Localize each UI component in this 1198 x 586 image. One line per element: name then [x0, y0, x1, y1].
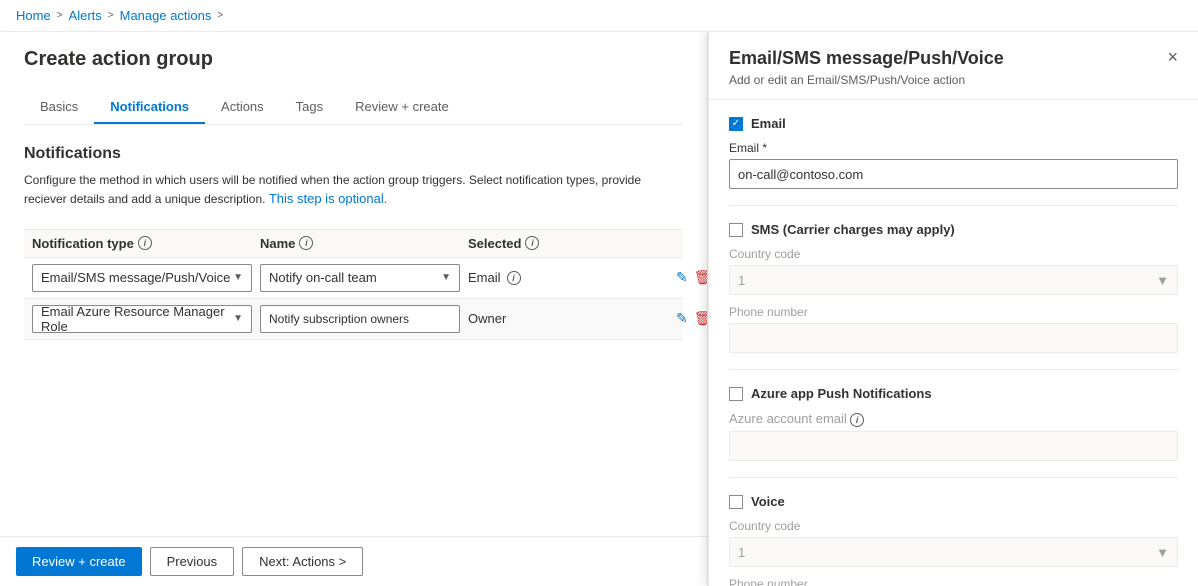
- chevron-down-icon: ▼: [1156, 273, 1169, 288]
- name-input-2[interactable]: [260, 305, 460, 333]
- voice-section: Voice Country code 1 ▼ Phone number: [729, 494, 1178, 586]
- flyout-subtitle: Add or edit an Email/SMS/Push/Voice acti…: [729, 73, 1004, 87]
- voice-label: Voice: [751, 494, 785, 509]
- voice-country-label: Country code: [729, 519, 1178, 533]
- col-selected: Selected i: [468, 236, 668, 251]
- notification-type-dropdown-2[interactable]: Email Azure Resource Manager Role ▼: [32, 305, 252, 333]
- sms-country-label: Country code: [729, 247, 1178, 261]
- sms-country-group: Country code 1 ▼: [729, 247, 1178, 295]
- optional-link[interactable]: This step is optional.: [269, 191, 388, 206]
- table-header: Notification type i Name i Selected i: [24, 229, 683, 258]
- email-section: Email Email *: [729, 116, 1178, 189]
- footer: Review + create Previous Next: Actions >: [0, 536, 707, 586]
- breadcrumb-alerts[interactable]: Alerts: [69, 8, 102, 23]
- email-input[interactable]: [729, 159, 1178, 189]
- breadcrumb-manage-actions[interactable]: Manage actions: [120, 8, 212, 23]
- flyout-header: Email/SMS message/Push/Voice Add or edit…: [709, 32, 1198, 100]
- page-title: Create action group: [24, 48, 683, 71]
- sms-checkbox[interactable]: [729, 223, 743, 237]
- breadcrumb-sep-3: >: [217, 10, 223, 21]
- tab-actions[interactable]: Actions: [205, 91, 280, 124]
- tab-basics[interactable]: Basics: [24, 91, 94, 124]
- notification-type-dropdown-1[interactable]: Email/SMS message/Push/Voice ▼: [32, 264, 252, 292]
- sms-checkbox-row: SMS (Carrier charges may apply): [729, 222, 1178, 237]
- section-title: Notifications: [24, 145, 683, 163]
- voice-country-group: Country code 1 ▼: [729, 519, 1178, 567]
- table-row: Email Azure Resource Manager Role ▼ Owne…: [24, 299, 683, 340]
- tab-tags[interactable]: Tags: [280, 91, 339, 124]
- notification-type-info-icon: i: [138, 236, 152, 250]
- selected-info-icon: i: [525, 236, 539, 250]
- push-email-label: Azure account email i: [729, 411, 1178, 427]
- voice-country-select[interactable]: 1 ▼: [729, 537, 1178, 567]
- col-name: Name i: [260, 236, 460, 251]
- push-email-group: Azure account email i: [729, 411, 1178, 461]
- flyout-title: Email/SMS message/Push/Voice: [729, 48, 1004, 69]
- delete-icon[interactable]: 🗑: [694, 269, 707, 286]
- push-section: Azure app Push Notifications Azure accou…: [729, 386, 1178, 461]
- email-info-icon: i: [507, 271, 521, 285]
- email-field-label: Email *: [729, 141, 1178, 155]
- sms-section: SMS (Carrier charges may apply) Country …: [729, 222, 1178, 353]
- voice-phone-group: Phone number: [729, 577, 1178, 586]
- chevron-down-icon: ▼: [233, 313, 243, 324]
- sms-phone-group: Phone number: [729, 305, 1178, 353]
- table-row: Email/SMS message/Push/Voice ▼ Notify on…: [24, 258, 683, 299]
- email-checkbox-row: Email: [729, 116, 1178, 131]
- tab-bar: Basics Notifications Actions Tags Review…: [24, 91, 683, 125]
- breadcrumb: Home > Alerts > Manage actions >: [0, 0, 1198, 32]
- breadcrumb-sep-2: >: [108, 10, 114, 21]
- chevron-down-icon: ▼: [233, 272, 243, 283]
- email-label: Email: [751, 116, 786, 131]
- breadcrumb-home[interactable]: Home: [16, 8, 51, 23]
- chevron-down-icon: ▼: [1156, 545, 1169, 560]
- tab-notifications[interactable]: Notifications: [94, 91, 205, 124]
- section-description: Configure the method in which users will…: [24, 171, 683, 209]
- divider-2: [729, 369, 1178, 370]
- email-checkbox[interactable]: [729, 117, 743, 131]
- push-label: Azure app Push Notifications: [751, 386, 932, 401]
- next-button[interactable]: Next: Actions >: [242, 547, 363, 576]
- sms-label: SMS (Carrier charges may apply): [751, 222, 955, 237]
- push-email-input[interactable]: [729, 431, 1178, 461]
- name-info-icon: i: [299, 236, 313, 250]
- edit-icon[interactable]: ✎: [676, 269, 688, 286]
- flyout-content: Email Email * SMS (Carrier charges may a…: [709, 100, 1198, 586]
- voice-checkbox-row: Voice: [729, 494, 1178, 509]
- close-button[interactable]: ×: [1167, 48, 1178, 66]
- selected-cell-1: Email i: [468, 270, 668, 285]
- selected-cell-2: Owner: [468, 311, 668, 326]
- divider-1: [729, 205, 1178, 206]
- voice-checkbox[interactable]: [729, 495, 743, 509]
- col-notification-type: Notification type i: [32, 236, 252, 251]
- action-icons-2: ✎ 🗑: [676, 310, 707, 327]
- tab-review-create[interactable]: Review + create: [339, 91, 465, 124]
- review-create-button[interactable]: Review + create: [16, 547, 142, 576]
- action-icons-1: ✎ 🗑: [676, 269, 707, 286]
- push-info-icon: i: [850, 413, 864, 427]
- flyout-panel: Email/SMS message/Push/Voice Add or edit…: [708, 32, 1198, 586]
- delete-icon[interactable]: 🗑: [694, 310, 707, 327]
- name-dropdown-1[interactable]: Notify on-call team ▼: [260, 264, 460, 292]
- sms-phone-input[interactable]: [729, 323, 1178, 353]
- email-form-group: Email *: [729, 141, 1178, 189]
- push-checkbox-row: Azure app Push Notifications: [729, 386, 1178, 401]
- breadcrumb-sep-1: >: [57, 10, 63, 21]
- chevron-down-icon: ▼: [441, 272, 451, 283]
- previous-button[interactable]: Previous: [150, 547, 235, 576]
- sms-phone-label: Phone number: [729, 305, 1178, 319]
- divider-3: [729, 477, 1178, 478]
- sms-country-select[interactable]: 1 ▼: [729, 265, 1178, 295]
- push-checkbox[interactable]: [729, 387, 743, 401]
- voice-phone-label: Phone number: [729, 577, 1178, 586]
- edit-icon[interactable]: ✎: [676, 310, 688, 327]
- name-text-input[interactable]: [260, 305, 460, 333]
